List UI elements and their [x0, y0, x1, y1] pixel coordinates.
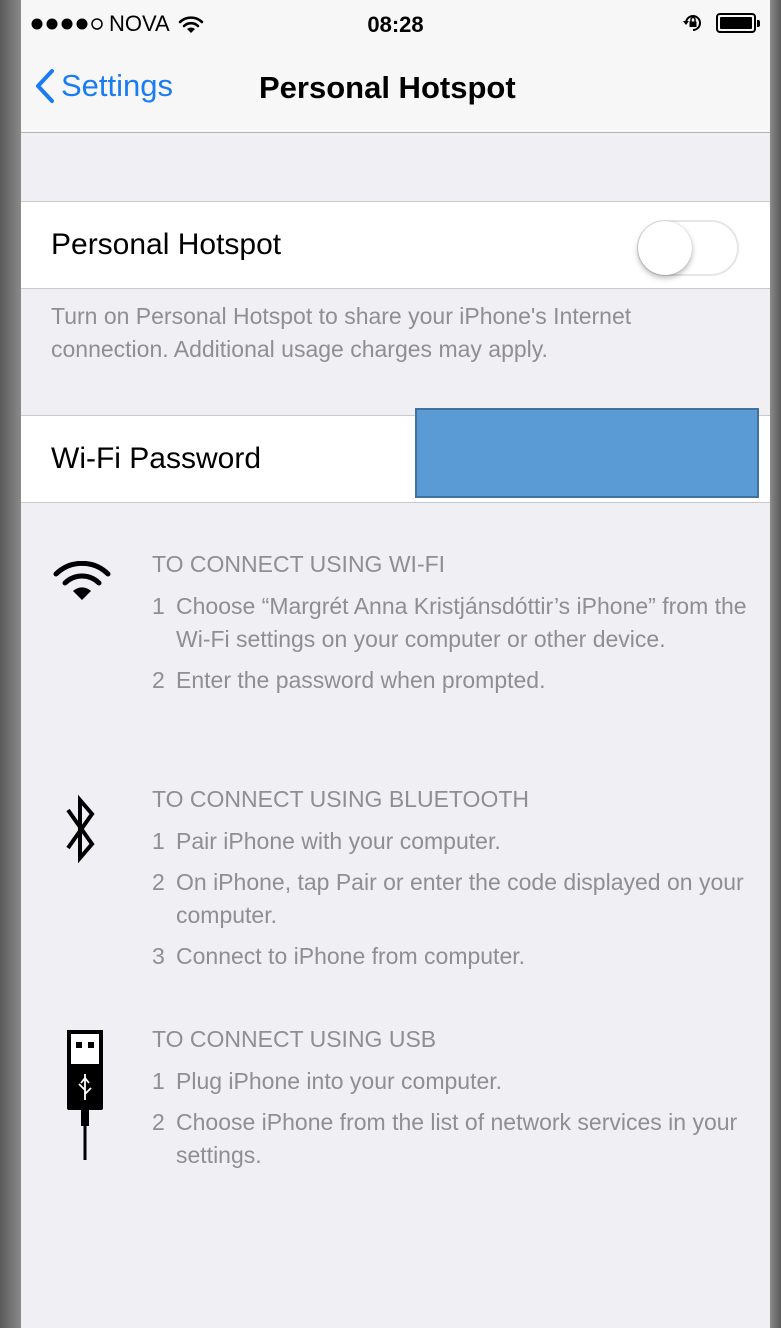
- wifi-icon: [53, 561, 111, 600]
- personal-hotspot-toggle[interactable]: [637, 220, 739, 276]
- list-item: 1 Pair iPhone with your computer.: [152, 825, 762, 858]
- list-item: 1 Choose “Margrét Anna Kristjánsdóttir’s…: [152, 590, 762, 656]
- step-text: Choose iPhone from the list of network s…: [176, 1109, 738, 1168]
- step-number: 2: [152, 667, 165, 693]
- redaction-box: [415, 408, 759, 498]
- step-number: 2: [152, 1109, 165, 1135]
- chevron-left-icon: [36, 69, 54, 103]
- back-button[interactable]: Settings: [35, 68, 173, 104]
- list-item: 2 Enter the password when prompted.: [152, 664, 762, 697]
- step-number: 3: [152, 943, 165, 969]
- battery-icon: [716, 13, 760, 33]
- list-item: 1 Plug iPhone into your computer.: [152, 1065, 762, 1098]
- step-text: Connect to iPhone from computer.: [176, 943, 526, 969]
- wifi-steps: 1 Choose “Margrét Anna Kristjánsdóttir’s…: [152, 590, 762, 705]
- step-text: On iPhone, tap Pair or enter the code di…: [176, 869, 744, 928]
- navigation-bar: Settings Personal Hotspot: [21, 48, 770, 133]
- page-title: Personal Hotspot: [259, 70, 516, 105]
- list-item: 2 On iPhone, tap Pair or enter the code …: [152, 866, 762, 932]
- status-bar-right: [682, 12, 760, 34]
- step-text: Plug iPhone into your computer.: [176, 1068, 503, 1094]
- step-number: 1: [152, 1068, 165, 1094]
- usb-section-title: TO CONNECT USING USB: [152, 1026, 437, 1052]
- hotspot-footer-note: Turn on Personal Hotspot to share your i…: [51, 303, 632, 362]
- bluetooth-icon: [66, 794, 95, 864]
- step-number: 2: [152, 869, 165, 895]
- personal-hotspot-cell: Personal Hotspot: [21, 201, 770, 289]
- toggle-knob: [638, 221, 692, 275]
- personal-hotspot-label: Personal Hotspot: [51, 228, 282, 261]
- step-number: 1: [152, 593, 165, 619]
- list-item: 3 Connect to iPhone from computer.: [152, 940, 762, 973]
- step-number: 1: [152, 828, 165, 854]
- status-time: 08:28: [367, 12, 424, 37]
- wifi-password-label: Wi-Fi Password: [51, 442, 262, 475]
- status-bar: NOVA 08:28: [21, 0, 770, 48]
- bluetooth-section-title: TO CONNECT USING BLUETOOTH: [152, 786, 529, 812]
- usb-steps: 1 Plug iPhone into your computer. 2 Choo…: [152, 1065, 762, 1180]
- rotation-lock-icon: [683, 15, 701, 31]
- list-item: 2 Choose iPhone from the list of network…: [152, 1106, 762, 1172]
- step-text: Enter the password when prompted.: [176, 667, 546, 693]
- screen: NOVA 08:28 Settings Personal Hotspot Per…: [21, 0, 770, 1328]
- step-text: Pair iPhone with your computer.: [176, 828, 501, 854]
- bluetooth-steps: 1 Pair iPhone with your computer. 2 On i…: [152, 825, 762, 981]
- wifi-section-title: TO CONNECT USING WI-FI: [152, 551, 446, 577]
- device-frame-left: [0, 0, 21, 1328]
- step-text: Choose “Margrét Anna Kristjánsdóttir’s i…: [176, 593, 747, 652]
- back-button-label: Settings: [61, 68, 174, 103]
- usb-icon: [67, 1030, 103, 1160]
- device-frame-right: [770, 0, 781, 1328]
